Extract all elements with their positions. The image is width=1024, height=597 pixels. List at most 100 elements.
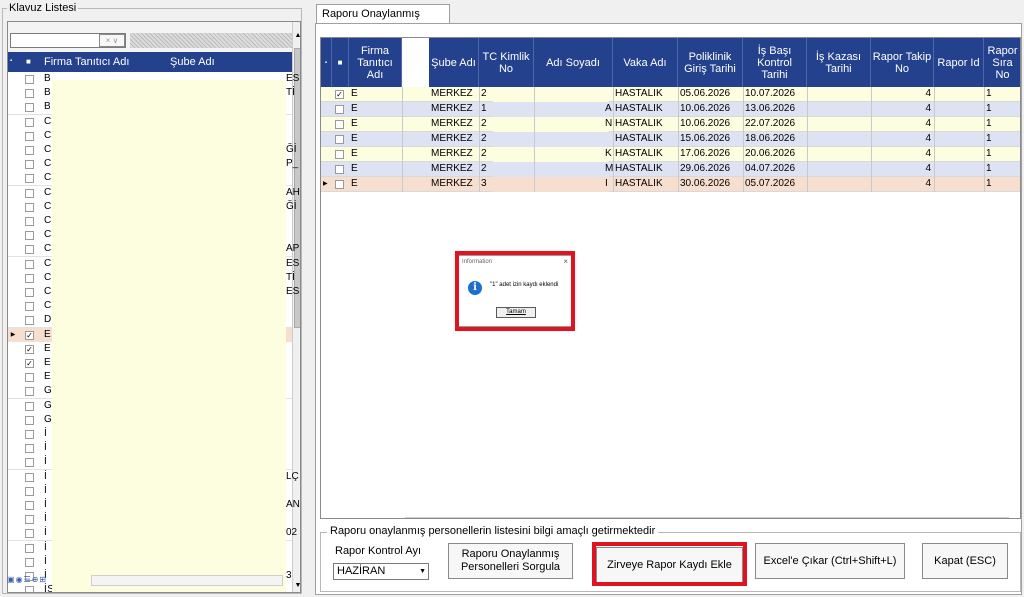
row-checkbox[interactable] [25,515,34,525]
table-row[interactable]: E MERKEZ 1 A HASTALIK 10.06.2026 13.06.2026 4 1 [321,102,1020,117]
row-indicator-icon [8,271,18,286]
print-icon[interactable]: ⊞ [39,575,46,584]
column-header[interactable]: Poliklinik Giriş Tarihi [678,38,743,87]
sube-fragment: Ğİ [286,144,297,155]
row-indicator-icon [8,484,18,499]
row-checkbox[interactable] [25,131,34,141]
table-row[interactable]: E MERKEZ 2 K HASTALIK 17.06.2026 20.06.2026 4 1 [321,147,1020,162]
cell-ad: K [605,148,612,159]
scroll-up-icon[interactable]: ▲ [294,31,300,40]
row-checkbox[interactable] [335,150,344,159]
select-all-icon[interactable]: ■ [332,38,349,87]
column-header[interactable]: Rapor Id [934,38,984,87]
row-checkbox[interactable] [25,486,34,496]
row-checkbox[interactable] [335,165,344,174]
column-header[interactable]: Rapor Sıra No [984,38,1020,87]
view-icon[interactable]: ◉ [332,517,339,518]
left-grid[interactable]: × ∨ ▪ ■ Firma Tanıtıcı Adı Şube Adı BBBC… [7,21,301,593]
row-checkbox[interactable] [25,529,34,539]
firma-cell: E [44,342,51,354]
select-all-icon[interactable]: ■ [26,57,31,66]
row-checkbox[interactable] [25,231,34,241]
filter-icon[interactable]: ☰ [340,517,347,518]
filter-input[interactable]: × ∨ [10,33,126,48]
column-header[interactable]: Şube Adı [429,38,479,87]
cell-ad: I [605,178,608,189]
column-sube[interactable]: Şube Adı [170,56,215,68]
column-header[interactable]: Firma Tanıtıcı Adı [349,38,402,87]
view-icon[interactable]: ◉ [16,575,23,584]
row-checkbox[interactable] [25,202,34,212]
row-checkbox[interactable] [25,103,34,113]
row-checkbox[interactable] [25,75,34,84]
row-checkbox[interactable]: ✓ [25,330,34,340]
redaction [493,162,609,177]
column-header[interactable]: Adı Soyadı [534,38,613,87]
chevron-down-icon[interactable]: ▼ [419,564,426,579]
row-indicator-icon [8,384,18,399]
row-checkbox[interactable]: ✓ [25,359,34,368]
cell-tc: 2 [481,133,487,144]
row-checkbox[interactable] [25,501,34,510]
row-checkbox[interactable] [25,401,34,411]
row-checkbox[interactable] [25,245,34,255]
column-header[interactable]: İş Kazası Tarihi [807,38,871,87]
close-button[interactable]: Kapat (ESC) [922,543,1008,579]
table-row[interactable]: ▶ E MERKEZ 3 I HASTALIK 30.06.2026 05.07.2026 4 1 [321,177,1020,192]
zoom-icon[interactable]: ⊕ [32,575,39,584]
month-value: HAZİRAN [337,565,386,577]
column-header[interactable]: İş Başı Kontrol Tarihi [743,38,807,87]
row-checkbox[interactable] [25,174,34,184]
column-firma[interactable]: Firma Tanıtıcı Adı [44,56,129,68]
month-select[interactable]: HAZİRAN ▼ [333,563,429,580]
zoom-icon[interactable]: ⊕ [348,517,355,518]
row-checkbox[interactable] [25,188,34,198]
table-row[interactable]: ✓ E MERKEZ 2 HASTALIK 05.06.2026 10.07.2026 4 1 [321,87,1020,102]
row-checkbox[interactable] [335,180,344,189]
save-icon[interactable]: ▣ [323,517,331,518]
column-header[interactable]: Rapor Takip No [871,38,934,87]
row-checkbox[interactable] [25,444,34,454]
row-checkbox[interactable] [25,415,34,425]
row-checkbox[interactable]: ✓ [25,344,34,354]
row-checkbox[interactable]: ✓ [335,90,344,99]
row-checkbox[interactable] [25,288,34,297]
row-checkbox[interactable] [25,273,34,283]
row-checkbox[interactable] [25,117,34,127]
row-checkbox[interactable] [335,105,344,114]
row-checkbox[interactable] [25,316,34,326]
excel-button[interactable]: Excel'e Çıkar (Ctrl+Shift+L) [755,543,905,579]
tab-raporu-onaylanmis[interactable]: Raporu Onaylanmış Personel Listesi [316,4,450,38]
cell-vaka: HASTALIK [615,88,663,99]
row-checkbox[interactable] [25,586,34,592]
column-header[interactable]: Vaka Adı [613,38,678,87]
row-checkbox[interactable] [25,373,34,383]
row-checkbox[interactable] [25,146,34,155]
save-icon[interactable]: ▣ [7,575,15,584]
row-checkbox[interactable] [335,135,344,144]
row-checkbox[interactable] [25,543,34,553]
filter-icon[interactable]: ☰ [24,575,31,584]
row-checkbox[interactable] [25,430,34,439]
table-row[interactable]: E MERKEZ 2 N HASTALIK 10.06.2026 22.07.2026 4 1 [321,117,1020,132]
report-grid[interactable]: ▪ ■ Firma Tanıtıcı Adı Şube Adı TC Kimlik … [320,37,1021,519]
row-checkbox[interactable] [25,458,34,468]
query-button[interactable]: Raporu Onaylanmış Personelleri Sorgula [448,543,573,579]
print-icon[interactable]: ⊞ [355,517,362,518]
row-checkbox[interactable] [25,387,34,397]
left-horizontal-scrollbar[interactable] [91,575,283,586]
cell-pol: 10.06.2026 [680,103,731,114]
row-checkbox[interactable] [25,259,34,269]
row-checkbox[interactable] [25,302,34,312]
filter-dropdown-icon[interactable]: × ∨ [99,34,125,47]
row-checkbox[interactable] [25,160,34,170]
row-checkbox[interactable] [25,557,34,567]
row-checkbox[interactable] [335,120,344,129]
row-checkbox[interactable] [25,89,34,99]
row-checkbox[interactable] [25,217,34,226]
column-header[interactable]: TC Kimlik No [479,38,534,87]
right-horizontal-scrollbar[interactable] [405,517,1009,518]
row-checkbox[interactable] [25,472,34,482]
table-row[interactable]: E MERKEZ 2 M HASTALIK 29.06.2026 04.07.2026 4 1 [321,162,1020,177]
table-row[interactable]: E MERKEZ 2 HASTALIK 15.06.2026 18.06.2026 4 1 [321,132,1020,147]
